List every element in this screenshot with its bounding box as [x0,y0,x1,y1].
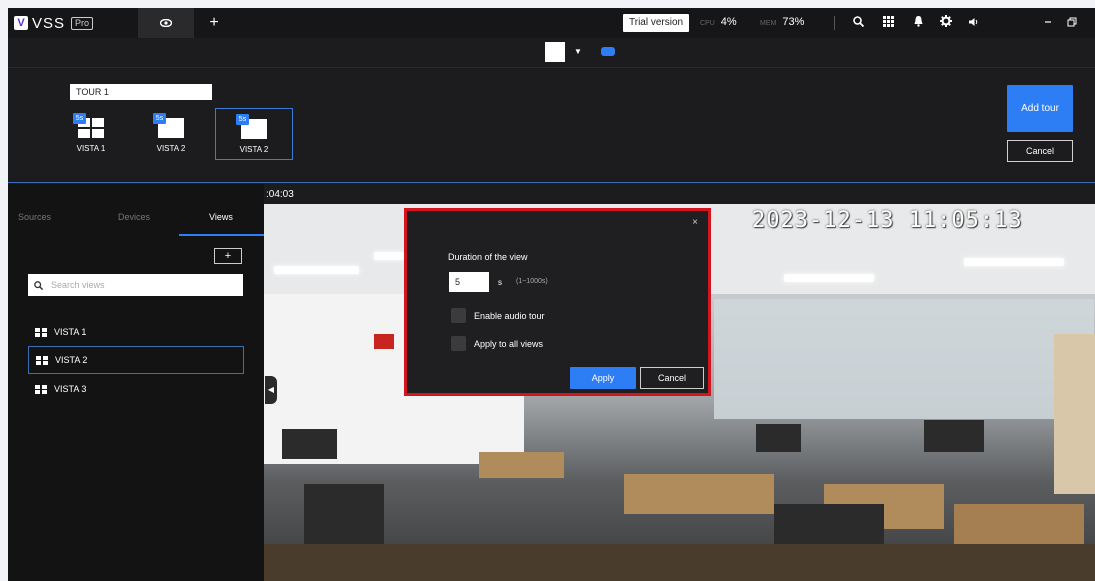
video-desk [264,544,1095,581]
tab-devices[interactable]: Devices [118,212,150,222]
apply-to-all-views-checkbox[interactable] [451,336,466,351]
app-name: VSS [32,14,66,32]
camera-timestamp: 2023-12-13 11:05:13 [752,208,1023,233]
duration-badge: 5s [153,113,166,124]
sidebar-view-vista-1[interactable]: VISTA 1 [28,318,244,346]
sidebar: Sources Devices Views + VISTA 1 VISTA 2 … [8,184,264,581]
mem-label: MEM [760,20,777,27]
playback-time-strip: :04:03 [264,184,1095,204]
tab-sources[interactable]: Sources [18,212,51,222]
view-name: VISTA 3 [54,384,87,394]
app-logo: V VSS Pro [14,14,94,32]
mem-meter: MEM 73% [760,16,804,28]
view-grid-icon [36,355,48,365]
tour-editor: TOUR 1 5s VISTA 1 5s VISTA 2 5s VISTA 2 … [8,68,1095,183]
minimize-icon[interactable] [1040,15,1056,31]
enable-audio-tour-checkbox[interactable] [451,308,466,323]
enable-audio-tour-label: Enable audio tour [474,310,545,321]
duration-badge: 5s [73,113,86,124]
tour-view-item[interactable]: 5s VISTA 2 [132,108,210,160]
tour-view-label: VISTA 2 [156,144,186,153]
collapse-sidebar-handle[interactable]: ◀ [265,376,277,404]
topbar-divider [834,16,835,30]
add-tab-button[interactable]: + [204,8,224,38]
cancel-tour-button[interactable]: Cancel [1007,140,1073,162]
trial-version-button[interactable]: Trial version [623,14,690,32]
search-icon [34,280,43,290]
layout-thumbnail-single: 5s [153,113,184,138]
cpu-label: CPU [700,20,715,27]
restore-icon[interactable] [1064,15,1080,31]
video-monitor [924,420,984,452]
video-light [784,274,874,282]
video-light [274,266,359,274]
cpu-meter: CPU 4% [700,16,737,28]
video-monitor [756,424,801,452]
active-tab-indicator [179,234,264,236]
video-glass [714,299,1094,419]
video-monitor [282,429,337,459]
tour-view-label: VISTA 1 [76,144,106,153]
bell-icon[interactable] [910,15,926,31]
add-tour-button[interactable]: Add tour [1007,85,1073,132]
live-view-tab[interactable] [138,8,194,38]
view-grid-icon [35,327,47,337]
edition-badge: Pro [71,16,94,30]
video-box [624,474,774,514]
tour-view-label: VISTA 2 [239,145,269,154]
view-name: VISTA 2 [55,355,88,365]
tour-view-item-selected[interactable]: 5s VISTA 2 [215,108,293,160]
camera-layout-icon[interactable] [601,47,615,56]
top-bar: V VSS Pro + Trial version CPU 4% MEM 73% [8,8,1095,38]
duration-range-hint: (1~1000s) [516,278,548,285]
gear-icon[interactable] [938,15,954,31]
caret-down-icon[interactable]: ▼ [574,47,582,56]
cancel-button[interactable]: Cancel [640,367,704,389]
search-views-input[interactable] [51,280,231,290]
apply-button[interactable]: Apply [570,367,636,389]
playback-time: :04:03 [266,189,294,200]
tab-views[interactable]: Views [209,212,233,222]
apply-to-all-views-option[interactable]: Apply to all views [451,336,543,351]
layout-selector[interactable] [545,42,565,62]
view-grid-icon [35,384,47,394]
cpu-value: 4% [720,16,737,28]
apply-to-all-views-label: Apply to all views [474,338,544,349]
video-light [374,252,404,260]
search-icon[interactable] [850,15,866,31]
video-light [964,258,1064,266]
tour-name-field[interactable]: TOUR 1 [70,84,212,100]
close-icon[interactable]: × [692,217,698,228]
sidebar-view-vista-3[interactable]: VISTA 3 [28,375,244,403]
layout-thumbnail-four: 5s [73,113,104,138]
video-sign [374,334,394,349]
apps-grid-icon[interactable] [880,15,896,31]
add-view-button[interactable]: + [214,248,242,264]
logo-mark: V [14,16,28,30]
layout-toolbar: ▼ [8,38,1095,68]
video-laptop [774,504,884,544]
sidebar-view-vista-2[interactable]: VISTA 2 [28,346,244,374]
dialog-title: Duration of the view [448,252,528,262]
enable-audio-tour-option[interactable]: Enable audio tour [451,308,545,323]
duration-badge: 5s [236,114,249,125]
eye-icon [160,19,172,27]
search-views-box [28,274,243,296]
view-duration-dialog: × Duration of the view s (1~1000s) Enabl… [404,208,711,396]
layout-thumbnail-single: 5s [236,114,267,139]
mem-value: 73% [782,16,805,28]
vss-app-window: V VSS Pro + Trial version CPU 4% MEM 73% [8,8,1095,581]
video-box [479,452,564,478]
tour-view-item[interactable]: 5s VISTA 1 [52,108,130,160]
duration-unit: s [498,278,502,287]
duration-input[interactable] [449,272,489,292]
video-pegboard [1054,334,1095,494]
view-name: VISTA 1 [54,327,87,337]
volume-icon[interactable] [966,15,982,31]
